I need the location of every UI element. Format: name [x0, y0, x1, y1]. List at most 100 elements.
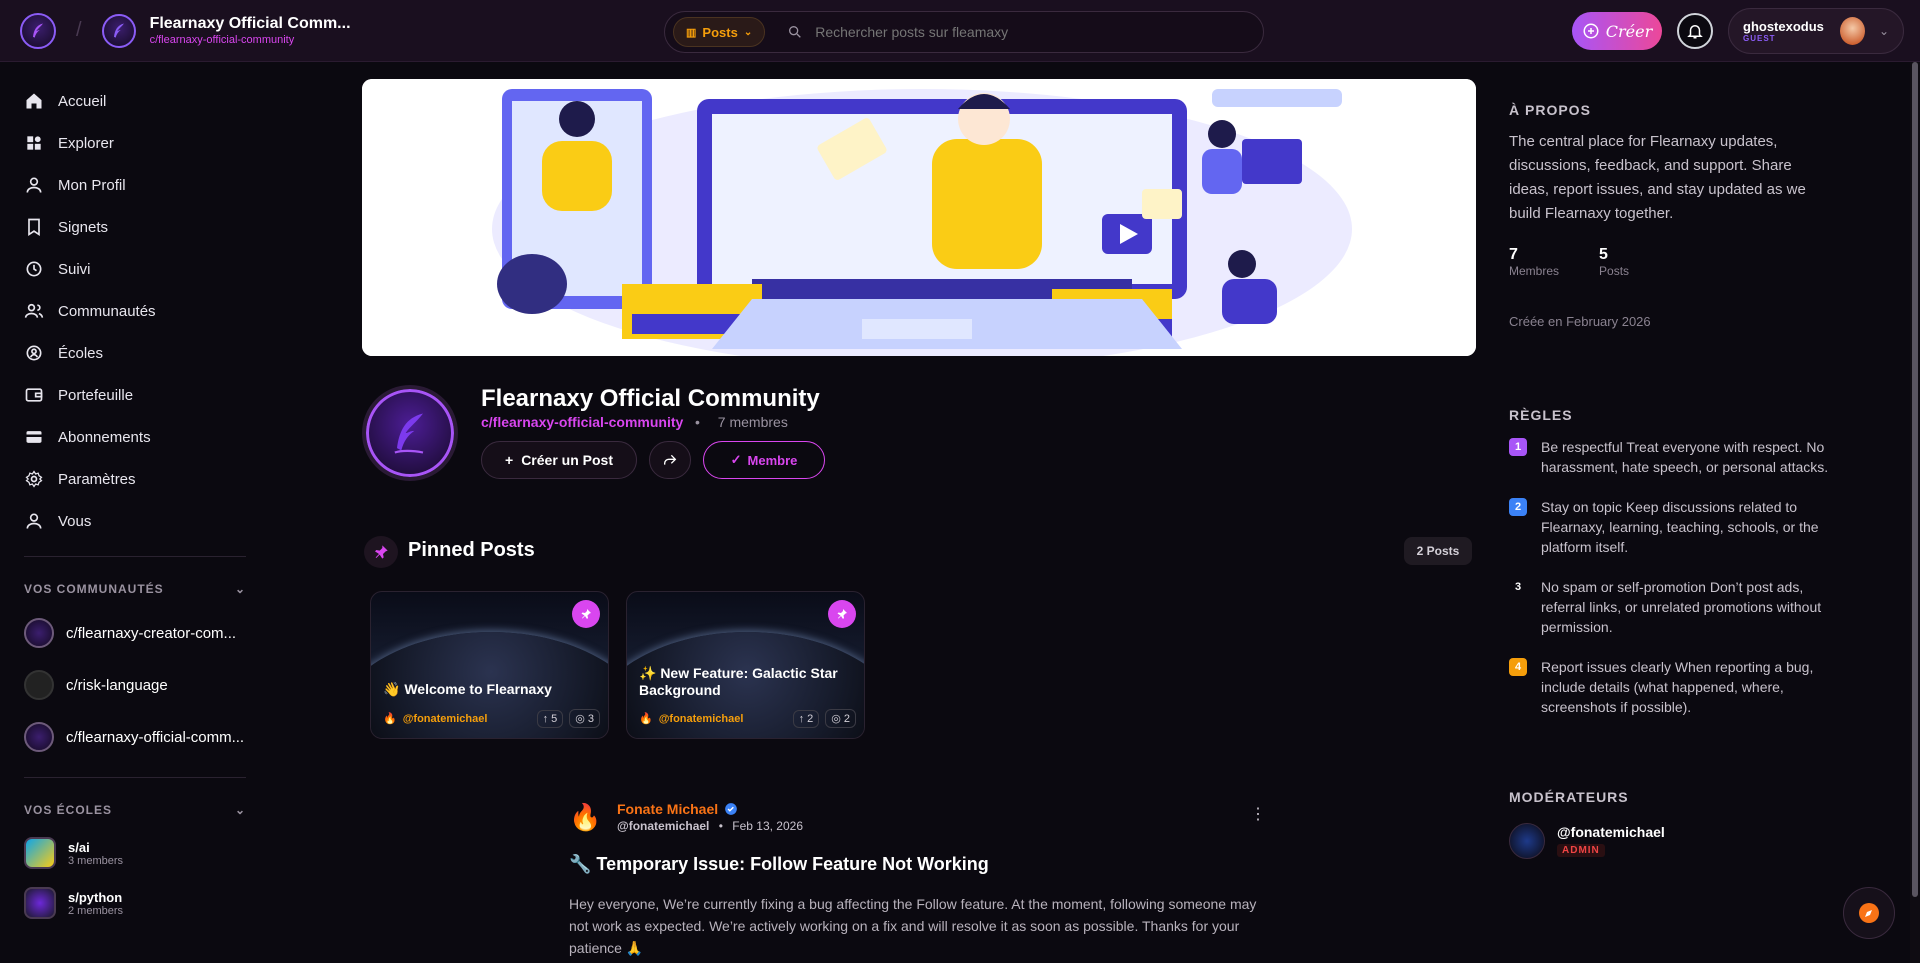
sidebar-item-label: Communautés: [58, 302, 156, 320]
floating-action-button[interactable]: [1843, 887, 1895, 939]
rule-number: 2: [1509, 498, 1527, 516]
sidebar-item-label: Signets: [58, 218, 109, 236]
community-avatar-large: [362, 385, 458, 481]
sidebar-item-label: Paramètres: [58, 470, 136, 488]
feather-icon: [394, 413, 424, 454]
sidebar-item-label: Explorer: [58, 134, 114, 152]
grid-icon: [27, 136, 41, 150]
users-icon: [24, 303, 44, 318]
share-button[interactable]: [649, 441, 691, 479]
app-logo-icon[interactable]: [20, 12, 56, 49]
community-label: c/flearnaxy-creator-com...: [66, 624, 237, 642]
gear-icon: [25, 470, 43, 488]
more-options-icon[interactable]: ⋮: [1250, 804, 1266, 824]
sidebar-school-item[interactable]: s/python 2 members: [24, 878, 246, 928]
post-title[interactable]: 🔧 Temporary Issue: Follow Feature Not Wo…: [569, 854, 989, 875]
pinned-post-author[interactable]: @fonatemichael: [659, 713, 787, 725]
school-name: s/ai: [68, 839, 90, 855]
sidebar-item-explorer[interactable]: Explorer: [24, 122, 246, 164]
sidebar-item-signets[interactable]: Signets: [24, 206, 246, 248]
school-avatar: [24, 837, 56, 869]
rule-number: 1: [1509, 438, 1527, 456]
header-community-title: Flearnaxy Official Comm...: [149, 14, 351, 32]
notifications-button[interactable]: [1677, 13, 1713, 49]
meta-separator: •: [718, 819, 723, 833]
rules-header: RÈGLES: [1509, 407, 1573, 423]
user-menu[interactable]: ghostexodus GUEST ⌄: [1728, 8, 1904, 54]
search-bar: ▥ Posts ⌄: [664, 11, 1264, 53]
right-panel: À PROPOS The central place for Flearnaxy…: [1509, 62, 1849, 859]
post-author[interactable]: Fonate Michael: [617, 801, 738, 817]
posts-stat-value: 5: [1599, 246, 1608, 263]
sidebar-community-item[interactable]: c/risk-language: [24, 659, 246, 711]
sidebar-community-item[interactable]: c/flearnaxy-official-comm...: [24, 711, 246, 763]
community-label: c/flearnaxy-official-comm...: [66, 728, 245, 746]
scrollbar-thumb[interactable]: [1912, 62, 1918, 897]
sidebar-item-portefeuille[interactable]: Portefeuille: [24, 374, 246, 416]
about-stats: 7 Membres 5 Posts: [1509, 246, 1849, 278]
sidebar-item-suivi[interactable]: Suivi: [24, 248, 246, 290]
posts-filter-dropdown[interactable]: ▥ Posts ⌄: [673, 17, 766, 47]
sidebar-item-abonnements[interactable]: Abonnements: [24, 416, 246, 458]
history-icon: [26, 261, 42, 277]
pinned-posts-title: Pinned Posts: [408, 539, 535, 561]
school-avatar: [24, 887, 56, 919]
sidebar-item-mon-profil[interactable]: Mon Profil: [24, 164, 246, 206]
schools-section-toggle[interactable]: VOS ÉCOLES ⌄: [24, 792, 246, 828]
sidebar-community-item[interactable]: c/flearnaxy-creator-com...: [24, 607, 246, 659]
sidebar-item-vous[interactable]: Vous: [24, 500, 246, 542]
community-avatar-icon[interactable]: [101, 13, 136, 48]
community-banner: [362, 79, 1476, 356]
rule-item: 2 Stay on topic Keep discussions related…: [1509, 497, 1849, 557]
sidebar-item-parametres[interactable]: Paramètres: [24, 458, 246, 500]
posts-stat: 5 Posts: [1599, 246, 1629, 278]
create-post-label: Créer un Post: [521, 452, 613, 468]
plus-icon: +: [505, 452, 514, 468]
pinned-post-card[interactable]: ✨ New Feature: Galactic Star Background …: [626, 591, 865, 739]
pinned-post-card[interactable]: 👋 Welcome to Flearnaxy 🔥 @fonatemichael …: [370, 591, 609, 739]
sidebar-item-accueil[interactable]: Accueil: [24, 80, 246, 122]
pinned-posts-count: 2 Posts: [1404, 537, 1472, 565]
schools-section-title: VOS ÉCOLES: [24, 803, 113, 817]
posts-filter-label: Posts: [702, 24, 738, 40]
pin-icon: [572, 600, 600, 628]
sidebar-item-communautes[interactable]: Communautés: [24, 290, 246, 332]
view-count: ◎ 3: [569, 709, 600, 728]
search-input[interactable]: [815, 24, 1236, 40]
post-body: Hey everyone, We’re currently fixing a b…: [569, 896, 1257, 956]
post-date: Feb 13, 2026: [732, 819, 804, 833]
verified-icon: [725, 803, 737, 815]
members-stat: 7 Membres: [1509, 246, 1559, 278]
user-name: ghostexodus: [1743, 19, 1824, 34]
create-post-button[interactable]: + Créer un Post: [481, 441, 637, 479]
moderator-item[interactable]: @fonatemichael ADMIN: [1509, 823, 1849, 859]
sidebar-divider: [24, 556, 246, 557]
about-description: The central place for Flearnaxy updates,…: [1509, 133, 1806, 222]
fire-icon: 🔥: [569, 802, 602, 832]
rule-text: No spam or self-promotion Don’t post ads…: [1541, 579, 1822, 635]
chevron-down-icon: ⌄: [1878, 24, 1889, 38]
sidebar-item-ecoles[interactable]: Écoles: [24, 332, 246, 374]
create-button[interactable]: Créer: [1572, 12, 1662, 50]
post-author-name: Fonate Michael: [617, 801, 719, 817]
school-member-count: 2 members: [68, 904, 124, 917]
community-avatar: [24, 670, 54, 700]
school-member-count: 3 members: [68, 854, 124, 867]
banner-illustration: [362, 79, 1476, 356]
rule-number: 3: [1514, 581, 1522, 593]
sidebar-school-item[interactable]: s/ai 3 members: [24, 828, 246, 878]
sidebar-item-label: Mon Profil: [58, 176, 126, 194]
header-community[interactable]: Flearnaxy Official Comm... c/flearnaxy-o…: [150, 15, 351, 47]
avatar: [1839, 17, 1865, 45]
member-button[interactable]: ✓ Membre: [703, 441, 825, 479]
school-name: s/python: [68, 889, 123, 905]
upvote-count-value: 5: [551, 712, 558, 725]
upvote-count: ↑ 2: [792, 709, 820, 728]
sidebar-item-label: Portefeuille: [58, 386, 134, 404]
eye-icon: ◎: [575, 713, 585, 725]
communities-section-toggle[interactable]: VOS COMMUNAUTÉS ⌄: [24, 571, 246, 607]
plus-circle-icon: [1583, 23, 1599, 39]
pinned-post-author[interactable]: @fonatemichael: [403, 713, 531, 725]
moderator-name: @fonatemichael: [1557, 824, 1665, 840]
chevron-down-icon: ⌄: [234, 582, 246, 596]
